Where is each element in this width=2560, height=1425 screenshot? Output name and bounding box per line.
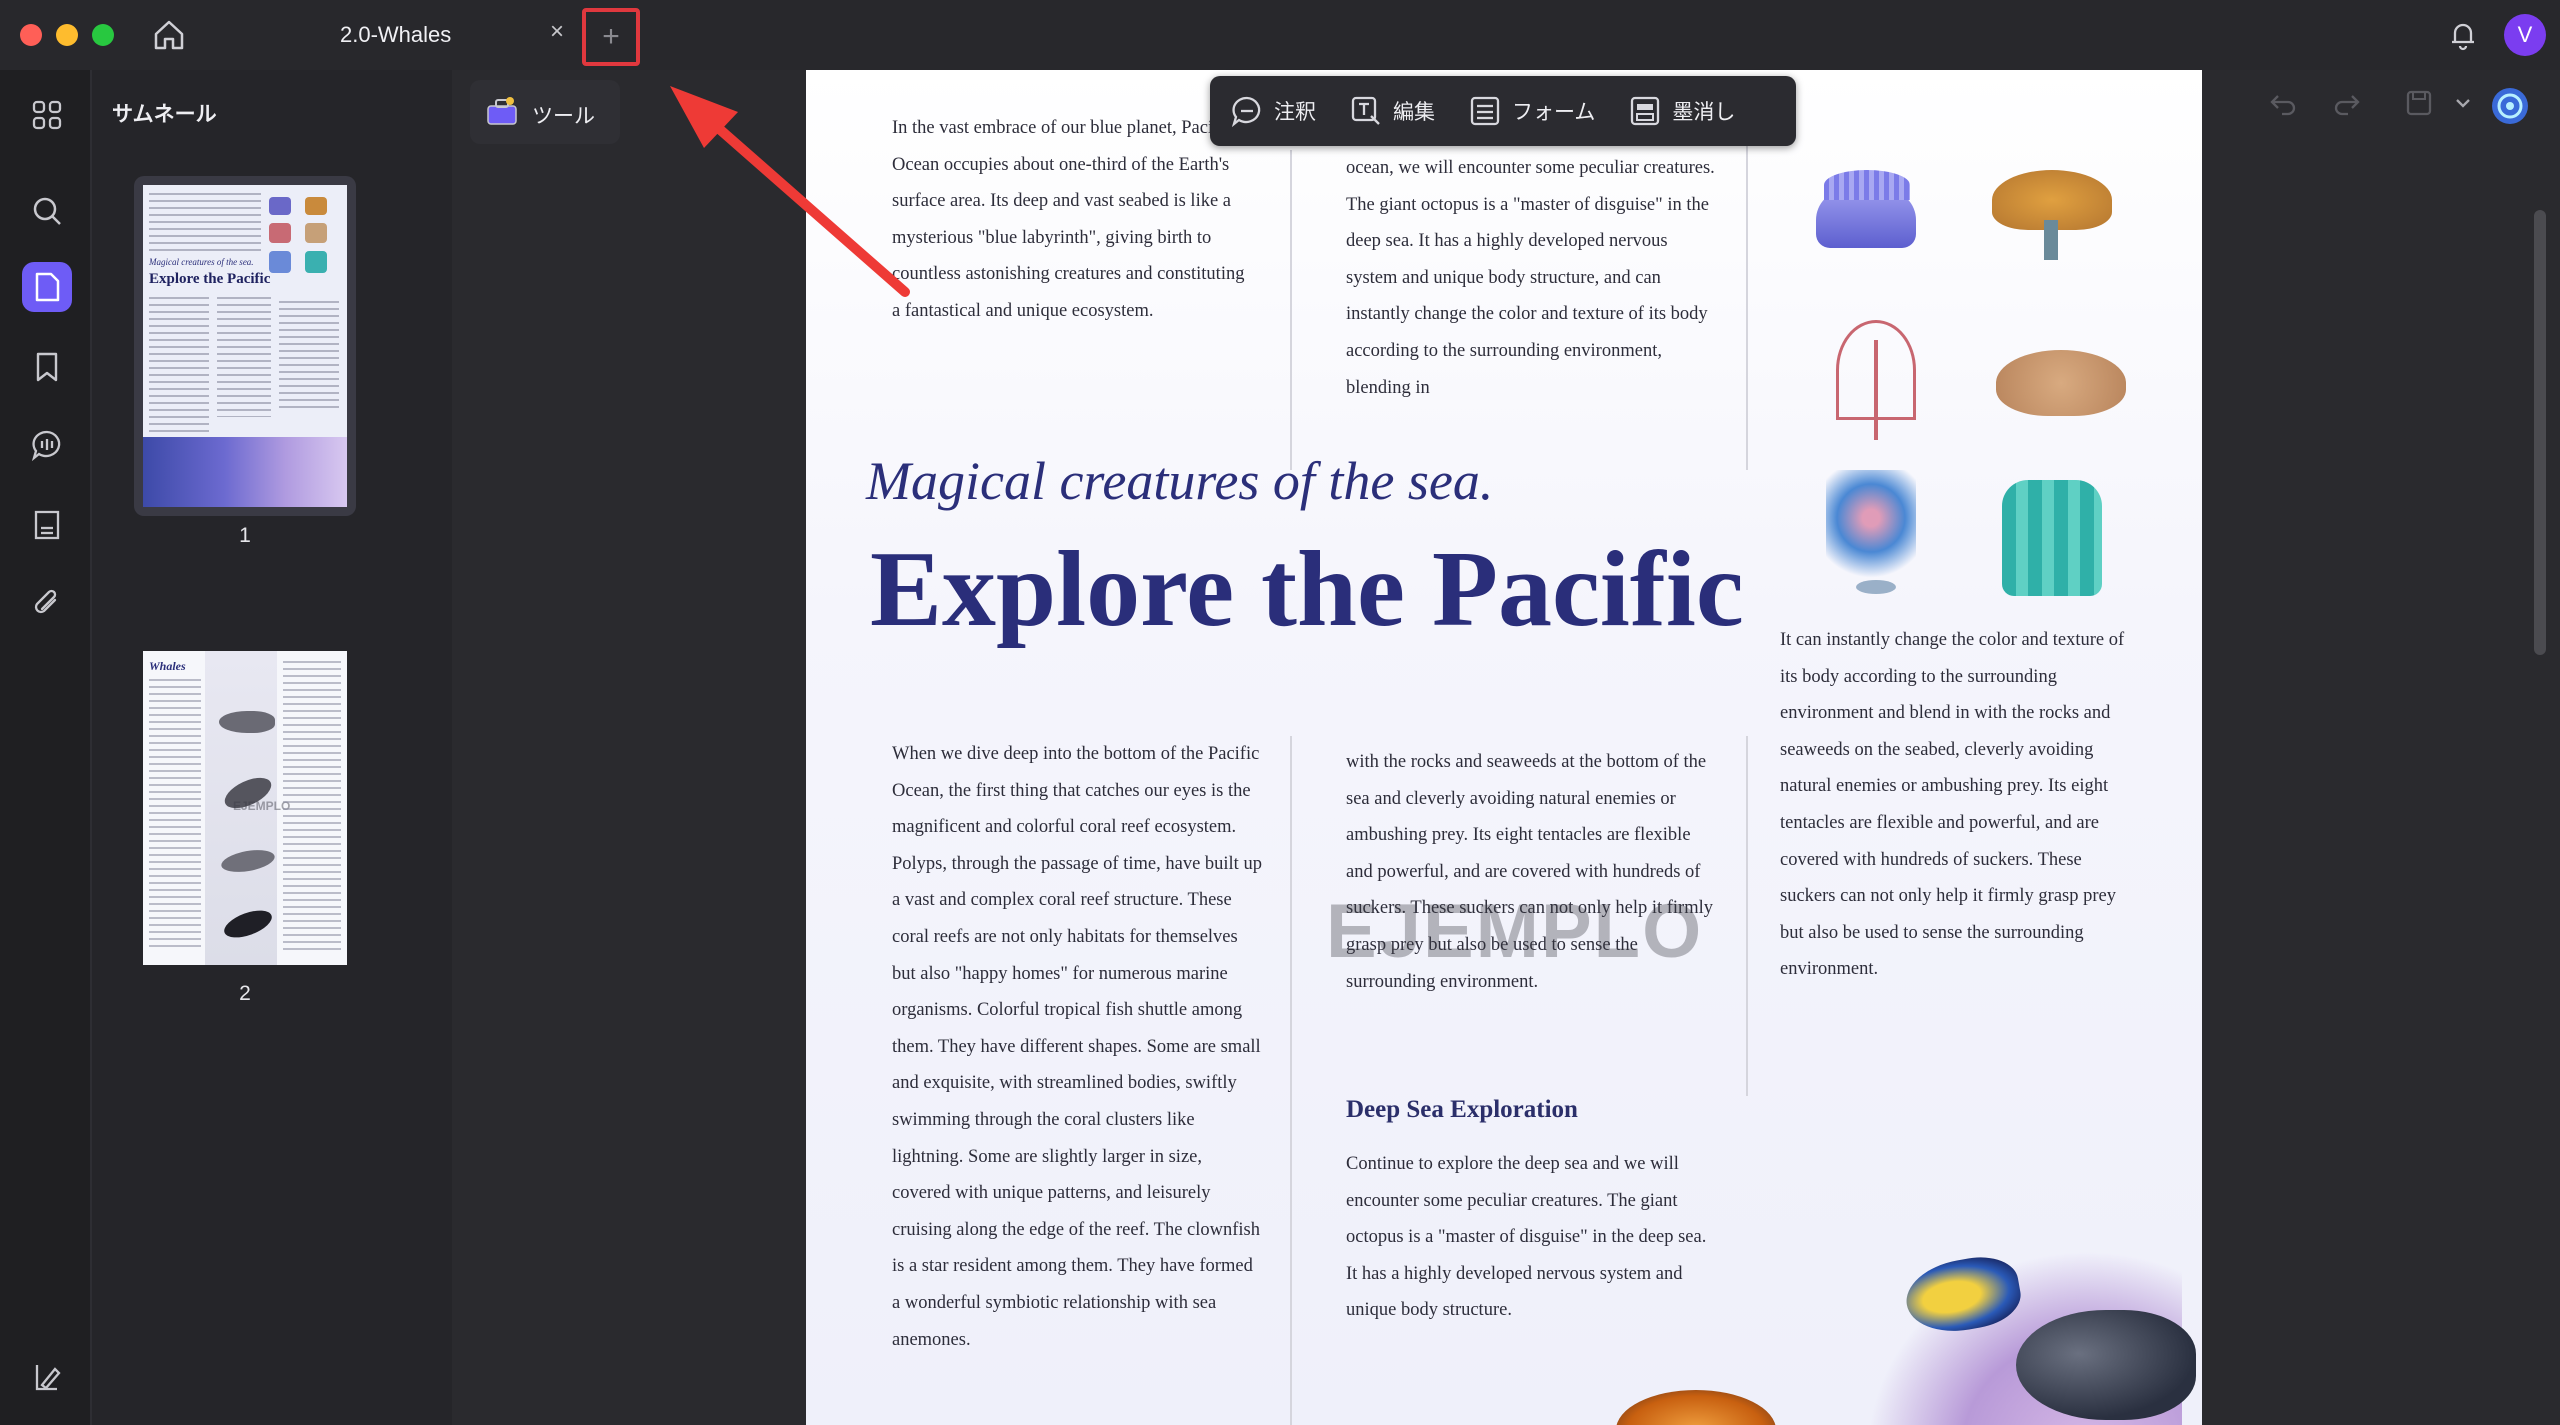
tab-title: 2.0-Whales xyxy=(340,22,452,47)
annotate-tool[interactable]: 注釈 xyxy=(1210,76,1329,146)
pdf-page: In the vast embrace of our blue planet, … xyxy=(806,70,2202,1425)
form-icon[interactable] xyxy=(22,500,72,550)
edit-label: 編集 xyxy=(1393,101,1435,124)
grid-icon[interactable] xyxy=(22,90,72,140)
search-icon[interactable] xyxy=(22,186,72,236)
paragraph-col1-top: In the vast embrace of our blue planet, … xyxy=(892,118,1245,321)
tab-close-button[interactable]: × xyxy=(542,18,572,46)
attachment-icon[interactable] xyxy=(22,578,72,628)
column-divider xyxy=(1290,736,1292,1425)
edit-toolbar: 注釈 編集 フォーム 墨消し xyxy=(1210,76,1796,146)
ai-assistant-icon[interactable] xyxy=(2490,86,2530,131)
tools-label: ツール xyxy=(532,105,595,128)
notification-bell-icon[interactable] xyxy=(2446,18,2480,52)
thumbnails-icon[interactable] xyxy=(22,262,72,312)
home-icon[interactable] xyxy=(150,16,188,54)
form-list-icon xyxy=(1470,96,1500,126)
page-thumbnail-2[interactable]: Whales EJEMPLO 2 xyxy=(134,642,356,1005)
zoom-window-button[interactable] xyxy=(92,24,114,46)
coral-illustrations xyxy=(1796,110,2146,630)
thumb-whales-title: Whales xyxy=(149,659,186,673)
comment-icon[interactable] xyxy=(22,420,72,470)
redo-icon[interactable] xyxy=(2332,88,2362,123)
watermark-text: EJEMPLO xyxy=(1326,889,1704,974)
close-window-button[interactable] xyxy=(20,24,42,46)
user-avatar[interactable]: V xyxy=(2504,14,2546,56)
paragraph-col2-top: ocean, we will encounter some peculiar c… xyxy=(1346,158,1715,398)
left-toolbar xyxy=(0,70,92,1425)
form-label: フォーム xyxy=(1512,101,1596,124)
column-divider xyxy=(1746,736,1748,1096)
vertical-scrollbar[interactable] xyxy=(2534,210,2546,655)
thumbnail-panel: サムネール Magical creatures of the sea. Expl… xyxy=(92,70,452,1425)
tools-button[interactable]: ツール xyxy=(470,80,620,144)
minimize-window-button[interactable] xyxy=(56,24,78,46)
annotate-label: 注釈 xyxy=(1274,101,1316,124)
panel-title: サムネール xyxy=(112,103,217,126)
chevron-down-icon[interactable] xyxy=(2452,88,2474,123)
layers-icon[interactable] xyxy=(22,1352,72,1402)
column-divider xyxy=(1746,140,1748,470)
sea-life-illustration xyxy=(1586,1170,2202,1425)
document-tab[interactable]: 2.0-Whales × xyxy=(290,8,580,64)
thumb-italic-title: Magical creatures of the sea. xyxy=(149,257,254,267)
toolbox-icon xyxy=(487,97,517,125)
thumbnail-image: Magical creatures of the sea. Explore th… xyxy=(143,185,347,507)
page-thumbnail-1[interactable]: Magical creatures of the sea. Explore th… xyxy=(134,176,356,547)
redact-tool[interactable]: 墨消し xyxy=(1608,76,1748,146)
redact-label: 墨消し xyxy=(1672,101,1736,124)
form-tool[interactable]: フォーム xyxy=(1448,76,1608,146)
main-title: Explore the Pacific xyxy=(870,530,1744,649)
section-heading: Deep Sea Exploration xyxy=(1346,1096,1578,1123)
save-icon[interactable] xyxy=(2404,88,2434,123)
bookmark-icon[interactable] xyxy=(22,342,72,392)
italic-title: Magical creatures of the sea. xyxy=(866,451,1494,511)
edit-text-icon xyxy=(1351,96,1380,125)
paragraph-col3-mid: It can instantly change the color and te… xyxy=(1780,630,2125,980)
annotate-icon xyxy=(1231,96,1261,128)
column-divider xyxy=(1290,150,1292,470)
edit-tool[interactable]: 編集 xyxy=(1329,76,1448,146)
undo-icon[interactable] xyxy=(2268,88,2298,123)
new-tab-button[interactable]: + xyxy=(582,8,640,66)
redact-icon xyxy=(1631,96,1660,126)
thumbnail-image: Whales EJEMPLO xyxy=(143,651,347,965)
page-number-1: 1 xyxy=(239,524,251,547)
paragraph-col1-bottom: When we dive deep into the bottom of the… xyxy=(892,744,1262,1350)
thumb-watermark: EJEMPLO xyxy=(233,799,291,813)
title-bar: 2.0-Whales × + V xyxy=(0,0,2560,70)
thumb-main-title: Explore the Pacific xyxy=(149,271,271,287)
page-number-2: 2 xyxy=(239,982,251,1005)
